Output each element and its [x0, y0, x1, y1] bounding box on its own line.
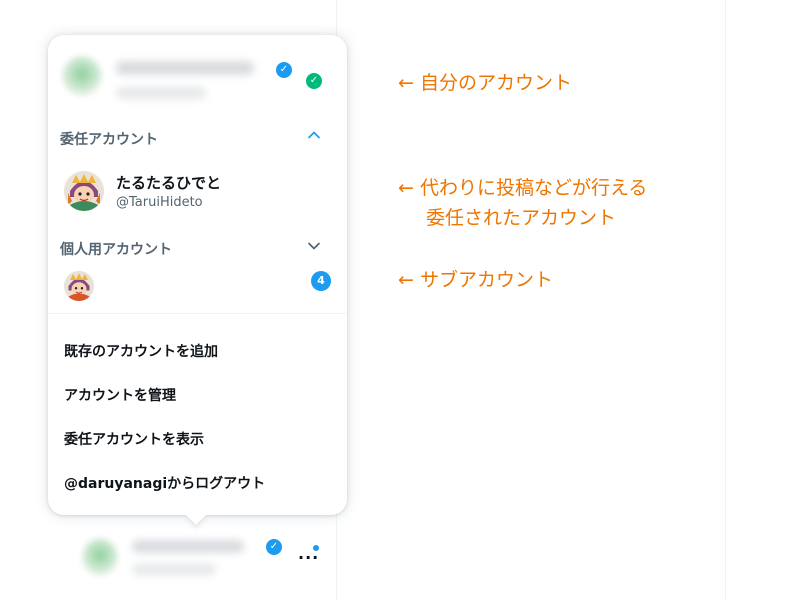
delegate-account-name: たるたるひでと [116, 174, 222, 192]
delegate-section-title: 委任アカウント [60, 132, 158, 148]
current-account-avatar [62, 56, 102, 96]
add-existing-account-item[interactable]: 既存のアカウントを追加 [64, 341, 218, 361]
switcher-handle-blurred [132, 564, 216, 575]
page: ✓ ✓ 委任アカウント たるたるひでと @TaruiHideto 個人用アカウン… [0, 0, 800, 600]
personal-section-title: 個人用アカウント [60, 242, 172, 258]
logout-item[interactable]: @daruyanagiからログアウト [64, 473, 265, 493]
column-divider [725, 0, 726, 600]
verified-badge-icon: ✓ [266, 539, 282, 555]
account-switcher-menu: ✓ ✓ 委任アカウント たるたるひでと @TaruiHideto 個人用アカウン… [48, 35, 347, 515]
check-circle-icon: ✓ [306, 73, 322, 89]
chevron-up-icon[interactable] [306, 127, 322, 147]
notification-dot [313, 545, 319, 551]
current-account-handle-blurred [116, 87, 206, 99]
annotation-delegated-line2: 委任されたアカウント [426, 207, 617, 229]
verified-badge-icon: ✓ [276, 62, 292, 78]
switcher-avatar [82, 538, 118, 576]
manage-accounts-item[interactable]: アカウントを管理 [64, 385, 176, 405]
annotation-sub-account: ← サブアカウント [398, 269, 553, 291]
annotation-delegated-line1: ← 代わりに投稿などが行える [398, 177, 648, 199]
annotation-own-account: ← 自分のアカウント [398, 72, 572, 94]
switcher-name-blurred [132, 540, 244, 553]
delegate-account-handle: @TaruiHideto [116, 195, 203, 210]
show-delegate-accounts-item[interactable]: 委任アカウントを表示 [64, 429, 204, 449]
unread-count-badge: 4 [311, 271, 331, 291]
menu-divider [48, 313, 347, 314]
current-account-name-blurred [116, 61, 254, 75]
delegate-account-avatar [64, 171, 104, 211]
personal-account-avatar [64, 271, 94, 301]
chevron-down-icon[interactable] [306, 238, 322, 258]
